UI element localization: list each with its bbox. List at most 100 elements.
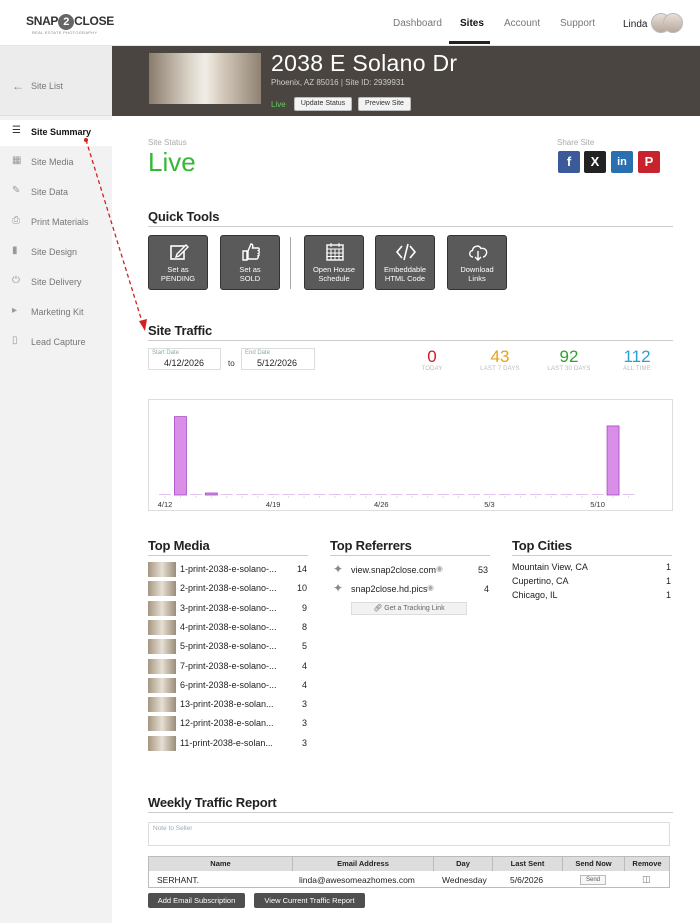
site-list-label: Site List	[31, 81, 64, 91]
stat-caption: ALL TIME	[623, 366, 651, 372]
preview-site-button[interactable]: Preview Site	[358, 97, 411, 111]
design-icon: ▮	[12, 245, 18, 256]
media-thumbnail[interactable]	[148, 600, 176, 616]
media-name[interactable]: 1-print-2038-e-solano-...	[180, 564, 277, 574]
traffic-bar	[591, 494, 604, 495]
avatar-secondary[interactable]	[663, 13, 683, 33]
open-house-schedule-button[interactable]: Open House Schedule	[304, 235, 364, 290]
axis-tick	[473, 496, 475, 498]
x-twitter-icon[interactable]: X	[584, 151, 606, 173]
x-tick-label: 5/3	[484, 500, 494, 509]
axis-tick	[504, 496, 506, 498]
media-thumbnail[interactable]	[148, 716, 176, 732]
tool-label-line2: Schedule	[318, 274, 350, 283]
nav-account[interactable]: Account	[504, 18, 540, 29]
get-tracking-link-button[interactable]: 🔗︎ Get a Tracking Link	[351, 602, 467, 615]
site-list-back-link[interactable]: ← Site List	[0, 46, 112, 116]
edit-icon: ✎	[12, 185, 21, 196]
view-traffic-report-button[interactable]: View Current Traffic Report	[254, 893, 365, 908]
site-thumbnail[interactable]	[149, 53, 261, 104]
axis-tick	[488, 496, 490, 498]
divider	[512, 555, 672, 556]
stat-caption: LAST 30 DAYS	[547, 366, 591, 372]
traffic-bar	[606, 425, 620, 496]
globe-icon: ✦	[333, 562, 344, 576]
trash-icon[interactable]: ◫	[642, 874, 651, 885]
download-links-button[interactable]: Download Links	[447, 235, 507, 290]
user-name[interactable]: Linda	[623, 19, 647, 30]
set-pending-button[interactable]: Set as PENDING	[148, 235, 208, 290]
megaphone-icon: ▸	[12, 305, 18, 316]
media-count: 8	[302, 621, 308, 632]
eye-icon[interactable]: ◉	[436, 564, 443, 573]
logo[interactable]: SNAP 2 CLOSE	[26, 14, 114, 30]
media-name[interactable]: 3-print-2038-e-solano-...	[180, 603, 277, 613]
logo-tagline: REAL ESTATE PHOTOGRAPHY	[32, 30, 98, 35]
axis-tick	[411, 496, 413, 498]
axis-tick	[179, 496, 181, 498]
nav-dashboard[interactable]: Dashboard	[393, 18, 442, 29]
traffic-bar	[298, 494, 311, 495]
axis-tick	[319, 496, 320, 498]
axis-tick	[427, 496, 429, 498]
media-name[interactable]: 2-print-2038-e-solano-...	[180, 583, 277, 593]
axis-tick	[288, 496, 290, 498]
weekly-report-title: Weekly Traffic Report	[148, 795, 277, 810]
traffic-bar	[390, 494, 403, 495]
axis-tick	[396, 496, 398, 498]
note-to-seller-field[interactable]: Note to Seller	[148, 822, 670, 846]
media-thumbnail[interactable]	[148, 697, 176, 713]
city-name: Cupertino, CA	[512, 576, 569, 586]
axis-tick	[303, 496, 305, 498]
site-status-label: Site Status	[148, 138, 187, 147]
media-name[interactable]: 6-print-2038-e-solano-...	[180, 680, 277, 690]
send-now-button[interactable]: Send	[580, 875, 606, 885]
end-date-value: 5/12/2026	[257, 358, 298, 368]
traffic-bar	[174, 416, 187, 496]
share-site-label: Share Site	[557, 138, 595, 147]
tool-label-line1: Download	[460, 265, 494, 274]
media-thumbnail[interactable]	[148, 658, 176, 674]
calendar-icon	[326, 243, 344, 261]
media-thumbnail[interactable]	[148, 639, 176, 655]
media-thumbnail[interactable]	[148, 619, 176, 635]
media-name[interactable]: 12-print-2038-e-solan...	[180, 718, 274, 728]
referrer-name[interactable]: snap2close.hd.pics	[351, 584, 428, 594]
nav-sites[interactable]: Sites	[460, 18, 484, 29]
media-name[interactable]: 7-print-2038-e-solano-...	[180, 661, 277, 671]
media-thumbnail[interactable]	[148, 677, 176, 693]
images-icon: ▦	[12, 155, 22, 166]
traffic-bar	[159, 494, 171, 495]
media-name[interactable]: 11-print-2038-e-solan...	[180, 738, 273, 748]
referrer-count: 4	[484, 584, 490, 594]
traffic-bar	[483, 494, 496, 495]
axis-tick	[597, 496, 599, 498]
media-thumbnail[interactable]	[148, 581, 176, 597]
embeddable-html-code-button[interactable]: Embeddable HTML Code	[375, 235, 435, 290]
column-header: Remove	[625, 857, 669, 871]
traffic-bar	[622, 494, 635, 495]
referrer-name[interactable]: view.snap2close.com	[351, 565, 436, 575]
axis-tick	[334, 496, 336, 498]
media-thumbnail[interactable]	[148, 735, 176, 751]
stat-value: 43	[490, 347, 510, 366]
site-title: 2038 E Solano Dr	[271, 50, 458, 76]
add-email-subscription-button[interactable]: Add Email Subscription	[148, 893, 245, 908]
set-sold-button[interactable]: Set as SOLD	[220, 235, 280, 290]
date-range-to-label: to	[228, 359, 235, 368]
cloud-download-icon	[469, 245, 488, 261]
linkedin-icon[interactable]: in	[611, 151, 633, 173]
axis-tick	[349, 496, 351, 498]
traffic-bar	[328, 494, 341, 495]
media-name[interactable]: 5-print-2038-e-solano-...	[180, 641, 277, 651]
media-name[interactable]: 13-print-2038-e-solan...	[180, 699, 274, 709]
nav-support[interactable]: Support	[560, 18, 595, 29]
facebook-icon[interactable]: f	[558, 151, 580, 173]
media-name[interactable]: 4-print-2038-e-solano-...	[180, 622, 277, 632]
eye-icon[interactable]: ◉	[427, 583, 434, 592]
pinterest-icon[interactable]: P	[638, 151, 660, 173]
media-thumbnail[interactable]	[148, 562, 176, 577]
start-date-field[interactable]: Start Date 4/12/2026	[148, 348, 221, 370]
update-status-button[interactable]: Update Status	[294, 97, 352, 111]
end-date-field[interactable]: End Date 5/12/2026	[241, 348, 315, 370]
